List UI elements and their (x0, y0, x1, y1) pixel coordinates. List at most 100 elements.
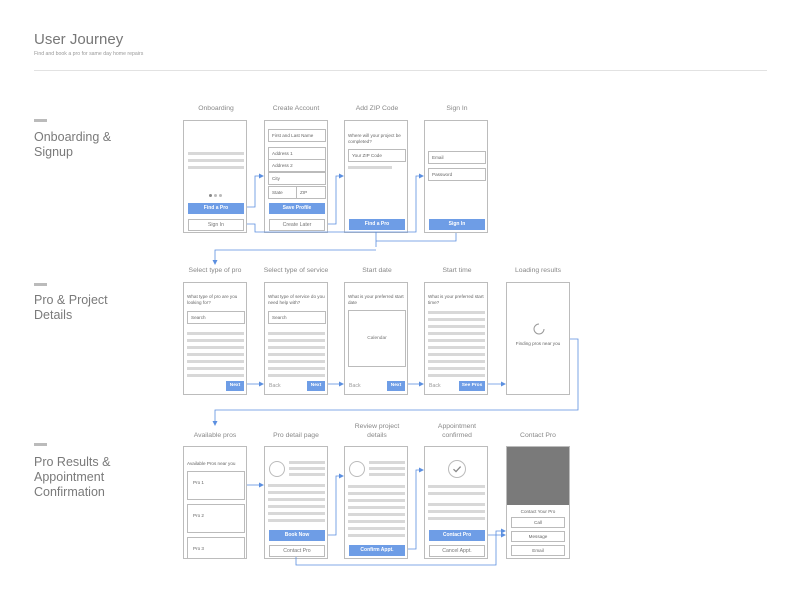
screen-title-select-service: Select type of service (263, 267, 329, 274)
text-placeholder (348, 499, 405, 502)
header-divider (34, 70, 767, 71)
page-dot[interactable] (214, 194, 217, 197)
address2-field[interactable]: Address 2 (268, 159, 326, 172)
time-slot[interactable] (428, 339, 485, 342)
section-title-results: Pro Results & Appointment Confirmation (34, 455, 111, 499)
page-dot[interactable] (219, 194, 222, 197)
zip-code-field[interactable]: Your ZIP Code (348, 149, 406, 162)
page-subtitle: Find and book a pro for same day home re… (34, 51, 144, 57)
password-field[interactable]: Password (428, 168, 486, 181)
connector (408, 467, 424, 550)
screen-create-account: First and Last Name Address 1 Address 2 … (264, 120, 328, 233)
text-placeholder (348, 166, 392, 169)
back-button[interactable]: Back (269, 383, 281, 389)
text-placeholder (268, 484, 325, 487)
back-button[interactable]: Back (429, 383, 441, 389)
screen-title-start-date: Start date (362, 267, 392, 274)
text-placeholder (188, 159, 244, 162)
text-placeholder (268, 491, 325, 494)
time-prompt: What is your preferred start time? (428, 294, 484, 305)
calendar-picker[interactable]: Calendar (348, 310, 406, 367)
save-profile-button[interactable]: Save Profile (269, 203, 325, 214)
list-item[interactable] (187, 353, 244, 356)
time-slot[interactable] (428, 367, 485, 370)
time-slot[interactable] (428, 360, 485, 363)
section-marker (34, 119, 47, 122)
text-placeholder (428, 517, 485, 520)
time-slot[interactable] (428, 346, 485, 349)
connector (212, 249, 376, 265)
email-button[interactable]: Email (511, 545, 565, 556)
list-item[interactable] (187, 339, 244, 342)
text-placeholder (268, 512, 325, 515)
find-pro-button[interactable]: Find a Pro (188, 203, 244, 214)
pro-card[interactable]: Pro 2 (187, 504, 245, 533)
text-placeholder (369, 467, 405, 470)
list-item[interactable] (268, 374, 325, 377)
see-pros-button[interactable]: See Pros (459, 381, 485, 391)
text-placeholder (348, 485, 405, 488)
city-field[interactable]: City (268, 172, 326, 185)
email-field[interactable]: Email (428, 151, 486, 164)
screen-title-confirmed: Appointment confirmed (437, 423, 477, 439)
text-placeholder (188, 166, 244, 169)
list-item[interactable] (187, 360, 244, 363)
contact-pro-button[interactable]: Contact Pro (269, 545, 325, 557)
time-slot[interactable] (428, 374, 485, 377)
pro-card[interactable]: Pro 3 (187, 537, 245, 558)
find-pro-button[interactable]: Find a Pro (349, 219, 405, 230)
next-button[interactable]: Next (307, 381, 325, 391)
list-item[interactable] (187, 374, 244, 377)
cancel-appointment-button[interactable]: Cancel Appt. (429, 545, 485, 557)
next-button[interactable]: Next (226, 381, 244, 391)
confirm-appointment-button[interactable]: Confirm Appt. (349, 545, 405, 556)
list-item[interactable] (187, 367, 244, 370)
time-slot[interactable] (428, 325, 485, 328)
text-placeholder (289, 467, 325, 470)
call-button[interactable]: Call (511, 517, 565, 528)
checkmark-icon (448, 460, 466, 478)
section-marker (34, 283, 47, 286)
list-item[interactable] (268, 339, 325, 342)
state-field[interactable]: State (268, 186, 297, 199)
text-placeholder (268, 505, 325, 508)
search-input[interactable]: Search (268, 311, 326, 324)
list-item[interactable] (187, 332, 244, 335)
list-item[interactable] (187, 346, 244, 349)
screen-select-pro: What type of pro are you looking for? Se… (183, 282, 247, 395)
list-item[interactable] (268, 367, 325, 370)
zip-prompt: Where will your project be completed? (348, 133, 401, 144)
list-item[interactable] (268, 346, 325, 349)
time-slot[interactable] (428, 311, 485, 314)
create-later-button[interactable]: Create Later (269, 219, 325, 231)
page-dot-active[interactable] (209, 194, 212, 197)
connector (376, 233, 457, 242)
loading-message: Finding pros near you (515, 341, 561, 346)
page-title: User Journey (34, 31, 124, 48)
back-button[interactable]: Back (349, 383, 361, 389)
sign-in-button[interactable]: Sign In (429, 219, 485, 230)
list-item[interactable] (268, 360, 325, 363)
screen-sign-in: Email Password Sign In (424, 120, 488, 233)
text-placeholder (268, 498, 325, 501)
list-item[interactable] (268, 353, 325, 356)
list-item[interactable] (268, 332, 325, 335)
text-placeholder (428, 503, 485, 506)
message-button[interactable]: Message (511, 531, 565, 542)
contact-pro-button[interactable]: Contact Pro (429, 530, 485, 541)
time-slot[interactable] (428, 353, 485, 356)
zip-field[interactable]: ZIP (296, 186, 326, 199)
name-field[interactable]: First and Last Name (268, 129, 326, 142)
text-placeholder (348, 506, 405, 509)
next-button[interactable]: Next (387, 381, 405, 391)
avatar (269, 461, 285, 477)
screen-pro-detail: Book Now Contact Pro (264, 446, 328, 559)
search-input[interactable]: Search (187, 311, 245, 324)
time-slot[interactable] (428, 318, 485, 321)
sign-in-button[interactable]: Sign In (188, 219, 244, 231)
book-now-button[interactable]: Book Now (269, 530, 325, 541)
pro-card[interactable]: Pro 1 (187, 471, 245, 500)
time-slot[interactable] (428, 332, 485, 335)
service-type-prompt: What type of service do you need help wi… (268, 294, 325, 305)
overlay-backdrop (507, 447, 569, 505)
